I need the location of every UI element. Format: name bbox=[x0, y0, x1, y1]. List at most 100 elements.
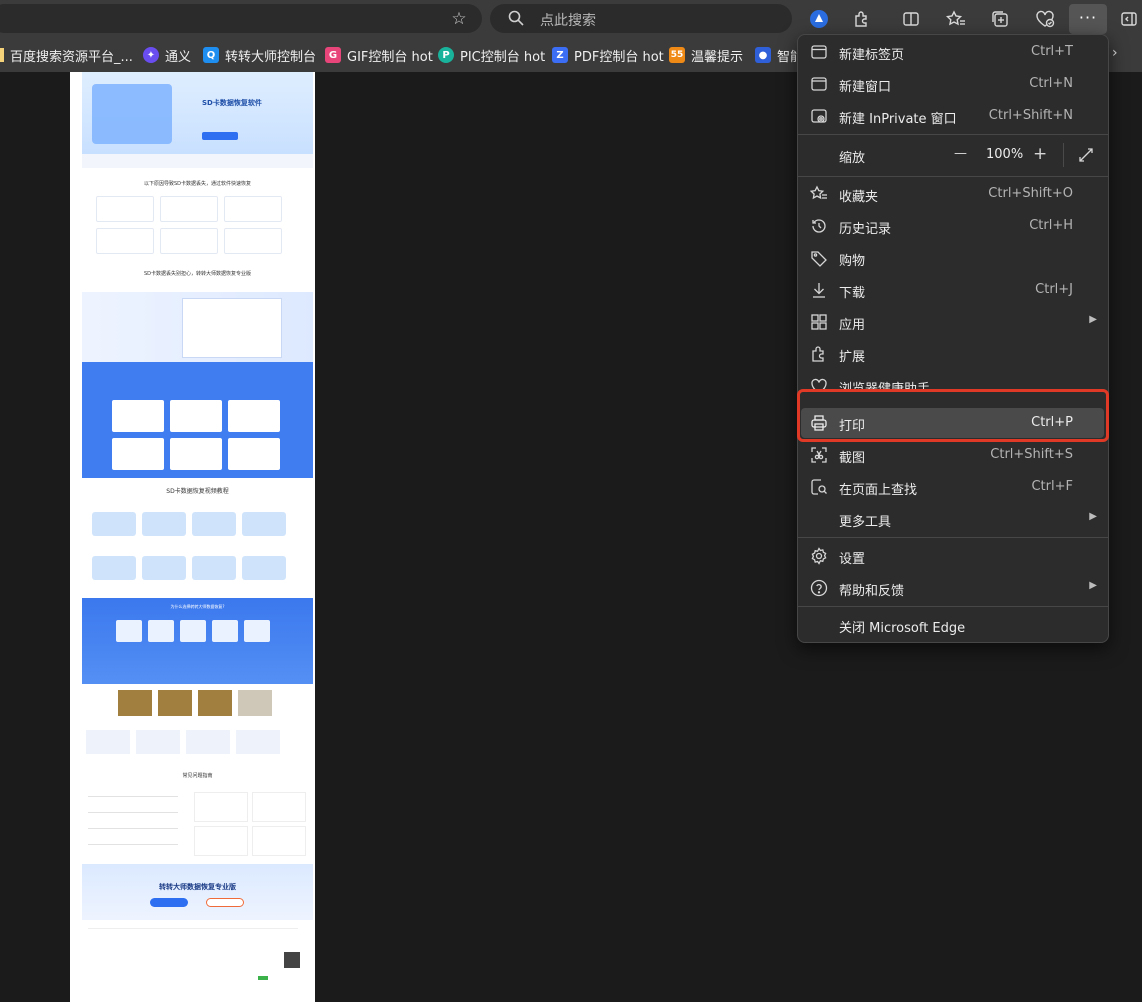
favorites-icon bbox=[810, 185, 827, 200]
browser-essentials-icon[interactable] bbox=[1034, 8, 1056, 30]
history-icon bbox=[812, 219, 826, 233]
menu-items: 新建标签页 Ctrl+T 新建窗口 Ctrl+N 新建 InPrivate 窗口… bbox=[797, 34, 1109, 643]
apps-grid-icon bbox=[811, 314, 827, 330]
bookmark-item[interactable]: Z PDF控制台 hot bbox=[552, 45, 664, 65]
menu-label: 新建 InPrivate 窗口 bbox=[839, 112, 957, 127]
section-title-4: 为什么选择转转大师数据恢复? bbox=[170, 604, 225, 609]
help-question-icon bbox=[810, 579, 828, 597]
user-reviews-row bbox=[82, 726, 313, 762]
menu-label: 设置 bbox=[839, 552, 866, 567]
menu-screenshot[interactable]: 截图 Ctrl+Shift+S bbox=[797, 439, 1109, 471]
menu-new-tab[interactable]: 新建标签页 Ctrl+T bbox=[797, 36, 1109, 68]
bookmark-item[interactable]: P PIC控制台 hot bbox=[438, 45, 545, 65]
hero-section: SD卡数据恢复软件 bbox=[82, 72, 313, 154]
menu-extensions[interactable]: 扩展 bbox=[797, 338, 1109, 370]
favorite-star-icon[interactable]: ☆ bbox=[449, 9, 469, 29]
menu-label: 在页面上查找 bbox=[839, 483, 918, 498]
bookmark-label: 温馨提示 bbox=[691, 49, 744, 65]
bookmark-item[interactable]: ● 智能 bbox=[755, 45, 803, 65]
baidu-paw-icon: ● bbox=[755, 47, 771, 63]
search-placeholder: 点此搜索 bbox=[540, 13, 596, 29]
menu-shortcut: Ctrl+N bbox=[1029, 76, 1073, 91]
section-title-3: SD卡数据恢复视频教程 bbox=[166, 488, 229, 495]
menu-shopping[interactable]: 购物 bbox=[797, 242, 1109, 274]
bookmark-item[interactable]: Q 转转大师控制台 bbox=[203, 45, 316, 65]
favorites-icon[interactable] bbox=[945, 8, 967, 30]
menu-find-on-page[interactable]: 在页面上查找 Ctrl+F bbox=[797, 471, 1109, 503]
menu-shortcut: Ctrl+Shift+S bbox=[990, 447, 1073, 462]
address-bar[interactable] bbox=[0, 4, 482, 33]
zoom-out-button[interactable]: — bbox=[954, 146, 967, 161]
zoom-value: 100% bbox=[986, 147, 1024, 162]
menu-new-inprivate[interactable]: 新建 InPrivate 窗口 Ctrl+Shift+N bbox=[797, 100, 1109, 132]
bookmark-item[interactable]: 55 温馨提示 bbox=[669, 45, 743, 65]
submenu-chevron-icon: ▶ bbox=[1089, 314, 1097, 325]
collections-icon[interactable] bbox=[989, 8, 1011, 30]
search-icon bbox=[508, 10, 524, 26]
menu-label: 帮助和反馈 bbox=[839, 584, 905, 599]
inprivate-icon bbox=[811, 109, 827, 123]
stats-strip bbox=[82, 154, 313, 168]
search-box[interactable]: 点此搜索 bbox=[490, 4, 792, 33]
screenshot-scissors-icon bbox=[811, 447, 827, 463]
menu-shortcut: Ctrl+Shift+N bbox=[988, 108, 1073, 123]
menu-label: 关闭 Microsoft Edge bbox=[839, 621, 966, 636]
menu-shortcut: Ctrl+H bbox=[1029, 218, 1073, 233]
menu-label: 购物 bbox=[839, 254, 866, 269]
tongyi-icon: ✦ bbox=[143, 47, 159, 63]
settings-and-more-button[interactable]: ··· bbox=[1069, 4, 1107, 34]
menu-label: 更多工具 bbox=[839, 515, 892, 530]
pdf-icon: Z bbox=[552, 47, 568, 63]
web-page-preview[interactable]: SD卡数据恢复软件 以下原因导致SD卡数据丢失，通过软件快速恢复 SD卡数据丢失… bbox=[70, 72, 315, 1002]
menu-favorites[interactable]: 收藏夹 Ctrl+Shift+O bbox=[797, 178, 1109, 210]
bookmark-label: GIF控制台 hot bbox=[347, 49, 433, 65]
bookmarks-overflow-chevron-icon[interactable]: › bbox=[1112, 45, 1118, 61]
bottom-banner: 转转大师数据恢复专业版 bbox=[82, 864, 313, 920]
bookmark-item[interactable]: 百度搜索资源平台_... bbox=[10, 45, 133, 65]
hero-download-button bbox=[202, 132, 238, 140]
bookmark-label: 转转大师控制台 bbox=[225, 49, 317, 65]
zoom-in-button[interactable]: + bbox=[1033, 144, 1047, 164]
faq-section bbox=[82, 788, 313, 858]
menu-label: 历史记录 bbox=[839, 222, 892, 237]
menu-separator bbox=[797, 134, 1109, 135]
menu-label: 截图 bbox=[839, 451, 866, 466]
page-footer bbox=[82, 924, 313, 1002]
extensions-icon bbox=[812, 346, 824, 362]
menu-separator bbox=[797, 606, 1109, 607]
menu-downloads[interactable]: 下载 Ctrl+J bbox=[797, 274, 1109, 306]
hero-illustration bbox=[92, 84, 172, 144]
menu-separator bbox=[797, 176, 1109, 177]
sidebar-toggle-icon[interactable] bbox=[1118, 8, 1140, 30]
gear-icon bbox=[811, 547, 827, 565]
menu-shortcut: Ctrl+F bbox=[1031, 479, 1073, 494]
zoom-divider bbox=[1063, 143, 1064, 167]
file-type-section bbox=[82, 362, 313, 478]
bookmark-label: 通义 bbox=[165, 49, 192, 65]
menu-more-tools[interactable]: 更多工具 ▶ bbox=[797, 503, 1109, 535]
zhuanzhuan-icon: Q bbox=[203, 47, 219, 63]
hero-title: SD卡数据恢复软件 bbox=[202, 99, 262, 107]
bookmark-label: PDF控制台 hot bbox=[574, 49, 664, 65]
menu-history[interactable]: 历史记录 Ctrl+H bbox=[797, 210, 1109, 242]
section-title-1: 以下原因导致SD卡数据丢失，通过软件快速恢复 bbox=[143, 181, 252, 187]
bookmark-item[interactable]: ✦ 通义 bbox=[143, 45, 191, 65]
bookmark-folder-icon[interactable] bbox=[0, 48, 4, 62]
find-on-page-icon bbox=[811, 479, 827, 495]
menu-new-window[interactable]: 新建窗口 Ctrl+N bbox=[797, 68, 1109, 100]
menu-label: 应用 bbox=[839, 318, 866, 333]
split-screen-icon[interactable] bbox=[900, 8, 922, 30]
menu-label: 扩展 bbox=[839, 350, 866, 365]
copilot-icon[interactable] bbox=[808, 8, 830, 30]
menu-browser-essentials[interactable]: 浏览器健康助手 bbox=[797, 370, 1109, 390]
extensions-puzzle-icon[interactable] bbox=[851, 8, 873, 30]
menu-shortcut: Ctrl+J bbox=[1035, 282, 1073, 297]
menu-apps[interactable]: 应用 ▶ bbox=[797, 306, 1109, 338]
bookmark-item[interactable]: G GIF控制台 hot bbox=[325, 45, 433, 65]
pic-icon: P bbox=[438, 47, 454, 63]
menu-settings[interactable]: 设置 bbox=[797, 540, 1109, 572]
fullscreen-icon[interactable] bbox=[1078, 147, 1094, 163]
menu-close-edge[interactable]: 关闭 Microsoft Edge bbox=[797, 609, 1109, 641]
menu-zoom: 缩放 — 100% + bbox=[797, 139, 1109, 171]
menu-help-feedback[interactable]: 帮助和反馈 ▶ bbox=[797, 572, 1109, 604]
